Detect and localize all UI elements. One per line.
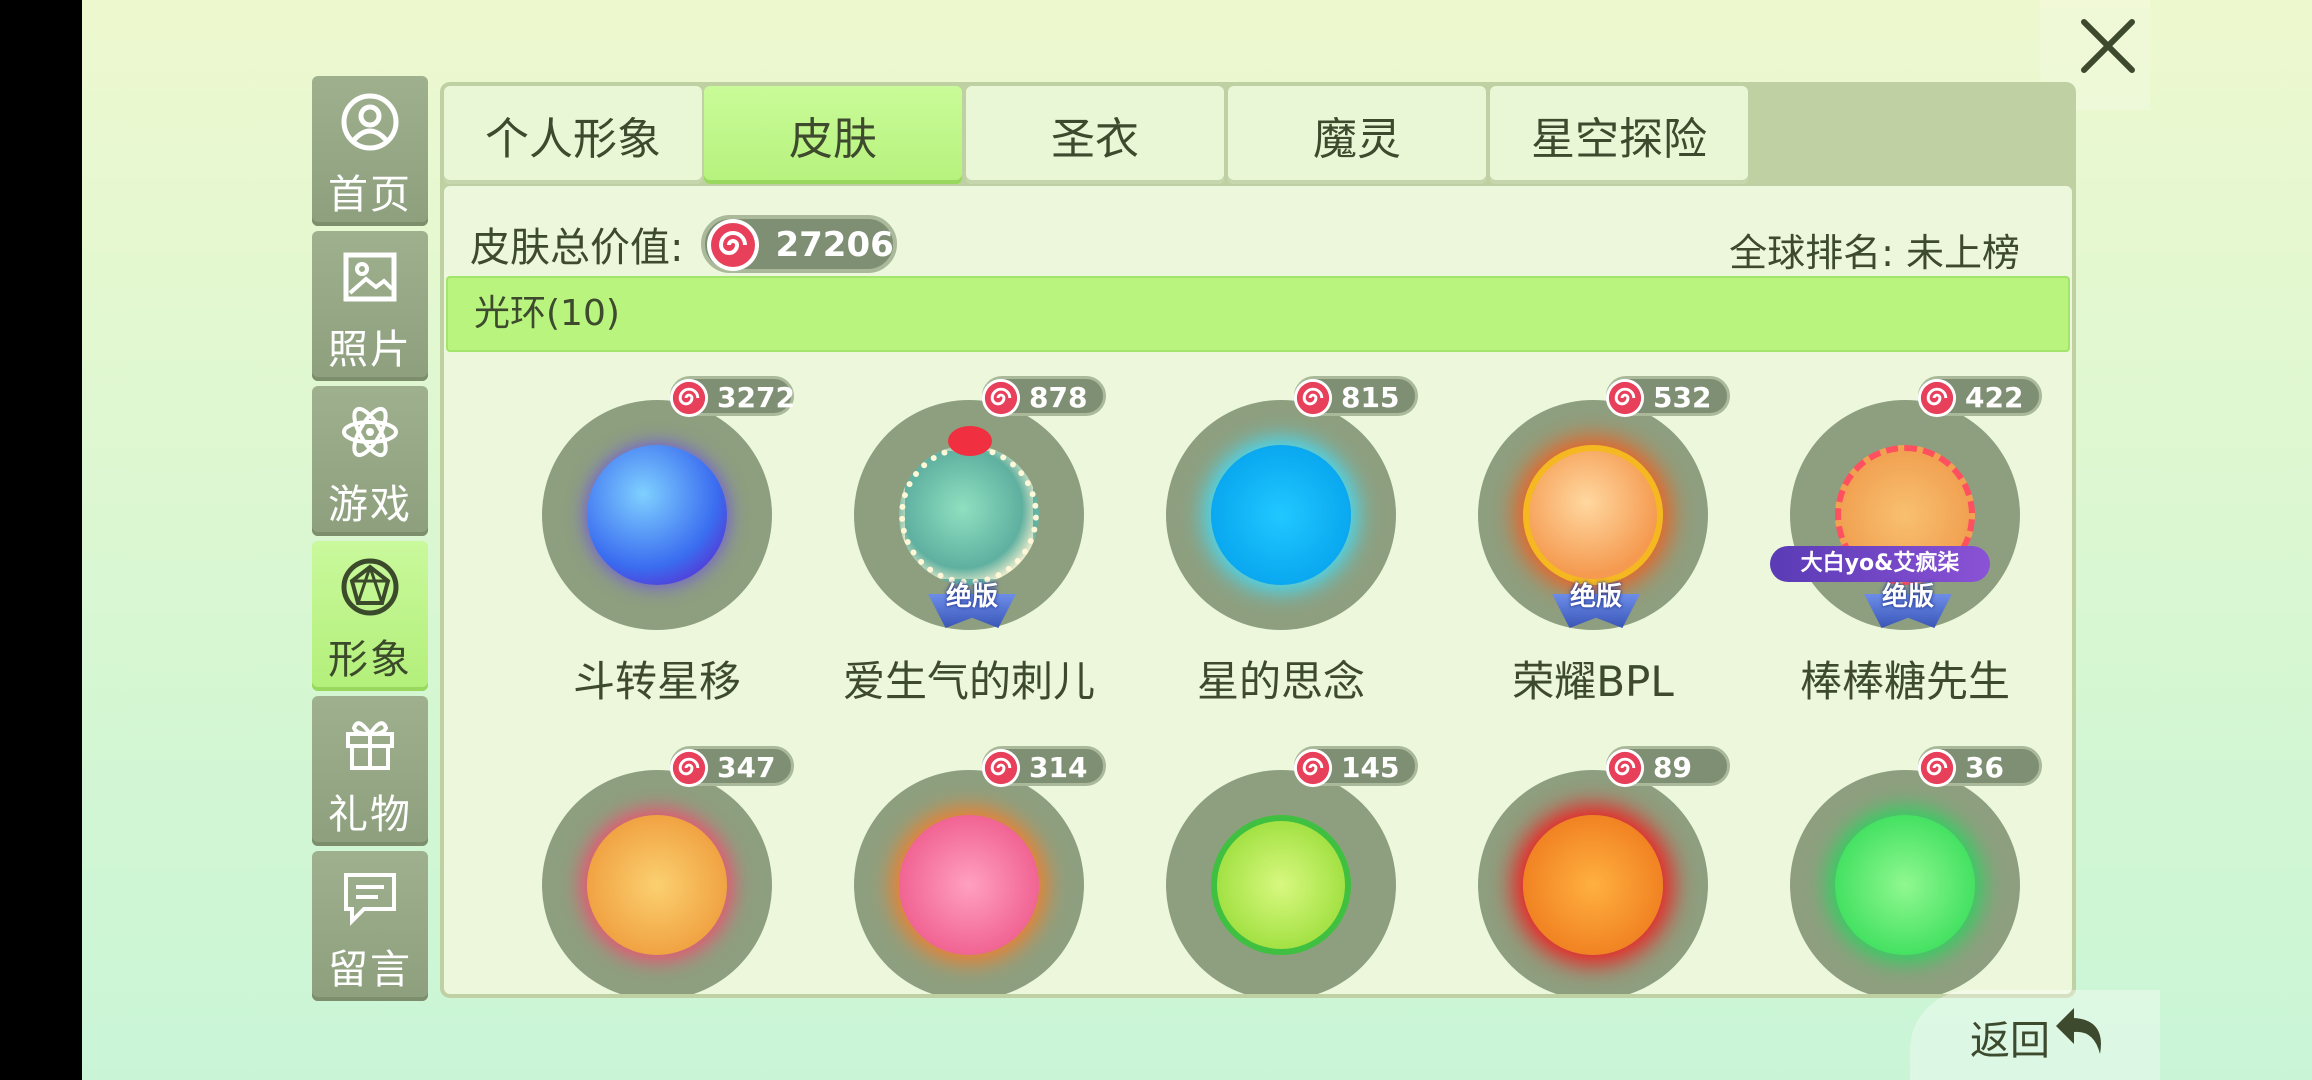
skin-content[interactable]: 皮肤总价值: 27206 全球排名: 未上榜 光环(10) 3272 斗转星移 … [444, 186, 2072, 994]
skin-item[interactable]: 绝版 878 爱生气的刺儿 [808, 376, 1108, 706]
item-price: 532 [1653, 381, 1712, 414]
out-of-print-badge: 绝版 [1548, 576, 1644, 636]
halo-preview [1523, 815, 1663, 955]
item-price: 878 [1029, 381, 1088, 414]
item-price: 314 [1029, 751, 1088, 784]
close-icon [2081, 19, 2135, 73]
sidebar-item-photos[interactable]: 照片 [312, 231, 428, 381]
atom-icon [342, 406, 398, 458]
device-edge [0, 0, 82, 1080]
candy-icon [707, 219, 760, 271]
skin-item[interactable]: 3272 斗转星移 [496, 376, 796, 706]
sidebar-item-gifts[interactable]: 礼物 [312, 696, 428, 846]
item-price: 815 [1341, 381, 1400, 414]
sidebar: 首页 照片 游戏 形象 礼物 留言 [312, 76, 428, 1006]
tab-armor[interactable]: 圣衣 [966, 86, 1224, 184]
halo-preview [587, 815, 727, 955]
item-price: 347 [717, 751, 776, 784]
total-value-badge: 27206 [701, 215, 898, 273]
item-price: 145 [1341, 751, 1400, 784]
candy-icon [669, 748, 709, 788]
halo-preview [1211, 445, 1351, 585]
back-label: 返回 [1970, 1018, 2050, 1064]
candy-icon [1293, 748, 1333, 788]
halo-preview [587, 445, 727, 585]
halo-preview [899, 815, 1039, 955]
item-price: 422 [1965, 381, 2024, 414]
sidebar-item-label: 留言 [328, 947, 412, 993]
item-name: 爱生气的刺儿 [842, 657, 1095, 706]
candy-icon [981, 748, 1021, 788]
price-badge: 878 [981, 376, 1106, 418]
candy-icon [981, 378, 1021, 418]
tab-skins[interactable]: 皮肤 [704, 86, 962, 184]
sidebar-item-games[interactable]: 游戏 [312, 386, 428, 536]
skin-item[interactable]: 36 [1744, 746, 2044, 994]
candy-icon [1917, 748, 1957, 788]
skin-item[interactable]: 89 [1432, 746, 1732, 994]
out-of-print-badge: 绝版 [1860, 576, 1956, 636]
candy-icon [1293, 378, 1333, 418]
halo-preview [899, 445, 1039, 585]
tab-star-exploration[interactable]: 星空探险 [1490, 86, 1748, 184]
price-badge: 314 [981, 746, 1106, 788]
main-panel: 个人形象 皮肤 圣衣 魔灵 星空探险 皮肤总价值: 27206 全球排名: 未上… [440, 82, 2076, 998]
price-badge: 36 [1917, 746, 2042, 788]
item-name: 星的思念 [1196, 657, 1365, 706]
tab-profile[interactable]: 个人形象 [444, 86, 702, 184]
section-header-halo[interactable]: 光环(10) [446, 276, 2070, 352]
price-badge: 532 [1605, 376, 1730, 418]
gift-icon [346, 721, 394, 770]
halo-preview [1211, 815, 1351, 955]
image-icon [343, 252, 397, 302]
item-price: 89 [1653, 751, 1692, 784]
candy-icon [1605, 378, 1645, 418]
return-arrow-icon [2056, 1008, 2101, 1054]
skin-item[interactable]: 绝版 532 荣耀BPL [1432, 376, 1732, 706]
total-value-row: 皮肤总价值: 27206 [470, 212, 898, 276]
tab-spirits[interactable]: 魔灵 [1228, 86, 1486, 184]
total-value: 27206 [775, 225, 894, 265]
halo-preview [1835, 815, 1975, 955]
message-icon [344, 873, 396, 926]
out-of-print-badge: 绝版 [924, 576, 1020, 636]
sidebar-item-label: 游戏 [328, 482, 412, 528]
total-value-label: 皮肤总价值: [470, 225, 684, 271]
price-badge: 347 [669, 746, 794, 788]
skin-item[interactable]: 314 [808, 746, 1108, 994]
sidebar-item-messages[interactable]: 留言 [312, 851, 428, 1001]
skin-item[interactable]: 大白yo&艾疯柒 绝版 422 棒棒糖先生 [1744, 376, 2044, 706]
sidebar-item-home[interactable]: 首页 [312, 76, 428, 226]
item-price: 3272 [717, 381, 795, 414]
sidebar-item-label: 礼物 [328, 792, 412, 838]
price-badge: 422 [1917, 376, 2042, 418]
sidebar-item-label: 首页 [328, 172, 412, 218]
gem-icon [341, 558, 399, 616]
price-badge: 815 [1293, 376, 1418, 418]
global-rank: 全球排名: 未上榜 [1729, 231, 2020, 275]
user-circle-icon [341, 93, 399, 151]
price-badge: 145 [1293, 746, 1418, 788]
item-name: 棒棒糖先生 [1799, 657, 2010, 706]
candy-icon [669, 378, 709, 418]
item-name: 斗转星移 [572, 657, 741, 706]
sidebar-item-label: 形象 [328, 637, 412, 683]
sidebar-item-label: 照片 [328, 327, 412, 373]
back-button[interactable]: 返回 [1910, 990, 2160, 1080]
skin-item[interactable]: 145 [1120, 746, 1420, 994]
pufferfish-decoration [948, 426, 992, 456]
price-badge: 3272 [669, 376, 795, 418]
item-price: 36 [1965, 751, 2004, 784]
skin-item[interactable]: 347 [496, 746, 796, 994]
skin-item[interactable]: 815 星的思念 [1120, 376, 1420, 706]
item-name: 荣耀BPL [1512, 657, 1674, 706]
sidebar-item-appearance[interactable]: 形象 [312, 541, 428, 691]
halo-preview [1523, 445, 1663, 585]
candy-icon [1917, 378, 1957, 418]
candy-icon [1605, 748, 1645, 788]
price-badge: 89 [1605, 746, 1730, 788]
